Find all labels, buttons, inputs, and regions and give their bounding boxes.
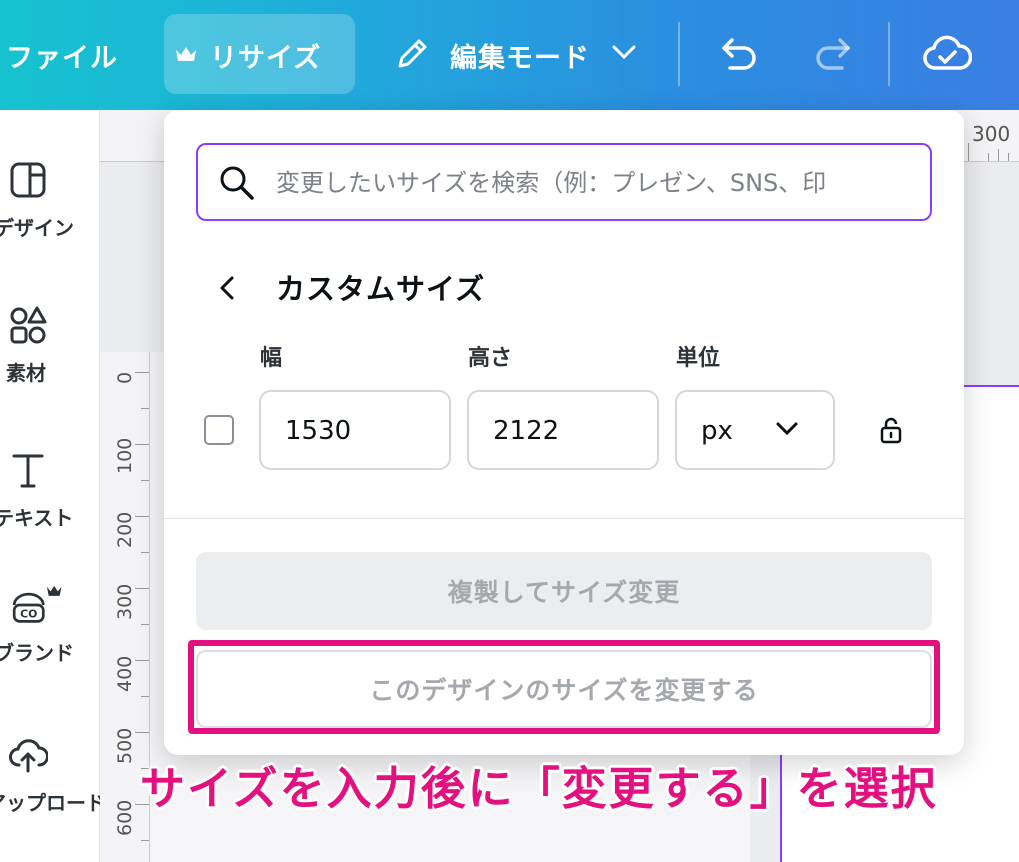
panel-divider [164,518,964,519]
width-value: 1530 [285,416,352,446]
ruler-tick [968,143,969,161]
sidebar-item-uploads[interactable]: アップロード [0,735,106,855]
layout-icon [10,162,46,198]
keep-ratio-checkbox[interactable] [204,415,234,445]
sidebar-item-label: 素材 [6,361,46,385]
unit-label: 単位 [676,346,721,371]
back-chevron-icon[interactable] [216,274,240,302]
lock-icon[interactable] [878,416,904,444]
custom-size-title: カスタムサイズ [276,272,486,306]
sidebar-item-label: デザイン [0,216,74,240]
redo-icon[interactable] [810,34,854,74]
svg-text:CO: CO [20,608,37,621]
width-field[interactable]: 1530 [259,390,451,470]
ruler-tick [998,149,999,161]
unit-select[interactable]: px [675,390,835,470]
height-value: 2122 [493,416,560,446]
undo-icon[interactable] [718,34,762,74]
file-menu-button[interactable]: ファイル [6,36,118,75]
size-search-box[interactable] [196,143,932,221]
toolbar-divider [678,22,680,86]
ruler-label: 0 [114,371,136,384]
top-toolbar: ファイル リサイズ 編集モード [0,0,1019,110]
ruler-tick [141,696,149,697]
sidebar-item-text[interactable]: テキスト [0,450,100,570]
chevron-down-icon[interactable] [610,42,638,62]
brand-icon: CO [12,585,62,623]
edit-mode-button[interactable]: 編集モード [450,36,590,75]
sidebar-item-brand[interactable]: CO ブランド [0,585,100,705]
annotation-caption: サイズを入力後に「変更する」を選択 [140,762,938,815]
sidebar-item-label: テキスト [0,506,74,530]
ruler-tick [141,408,149,409]
sidebar-item-label: ブランド [0,641,74,665]
unit-value: px [701,416,733,446]
chevron-down-icon [776,422,798,436]
ruler-tick [135,444,149,445]
ruler-tick [141,840,149,841]
ruler-label: 400 [114,655,136,692]
ruler-tick [1008,153,1009,161]
toolbar-divider [888,22,890,86]
left-sidebar: デザイン 素材 テキスト CO ブランド アップロード [0,110,106,862]
resize-button-label: リサイズ [210,43,322,74]
copy-and-resize-button[interactable]: 複製してサイズ変更 [196,552,932,630]
ruler-label: 300 [114,583,136,620]
ruler-label: 100 [114,437,136,474]
ruler-label: 200 [114,511,136,548]
ruler-tick [135,732,149,733]
pencil-icon[interactable] [392,34,432,74]
ruler-tick [135,588,149,589]
crown-icon [176,47,196,61]
width-label: 幅 [260,346,283,371]
sidebar-item-elements[interactable]: 素材 [0,305,100,425]
cloud-saved-icon[interactable] [922,32,972,76]
ruler-label: 300 [972,122,1011,146]
annotation-highlight-box [188,640,940,734]
shapes-icon [10,306,47,344]
height-label: 高さ [468,346,513,371]
ruler-tick [141,552,149,553]
height-field[interactable]: 2122 [467,390,659,470]
sidebar-item-design[interactable]: デザイン [0,160,100,280]
ruler-tick [141,480,149,481]
ruler-label: 500 [114,727,136,764]
ruler-tick [141,624,149,625]
search-icon [220,166,254,200]
text-icon [12,454,44,488]
ruler-tick [135,516,149,517]
ruler-tick [988,153,989,161]
cloud-upload-icon [9,739,48,773]
sidebar-item-label: アップロード [0,791,106,815]
ruler-tick [135,660,149,661]
ruler-label: 600 [114,799,136,836]
ruler-tick [135,372,149,373]
size-search-input[interactable] [276,159,912,207]
resize-button[interactable]: リサイズ [164,14,355,94]
